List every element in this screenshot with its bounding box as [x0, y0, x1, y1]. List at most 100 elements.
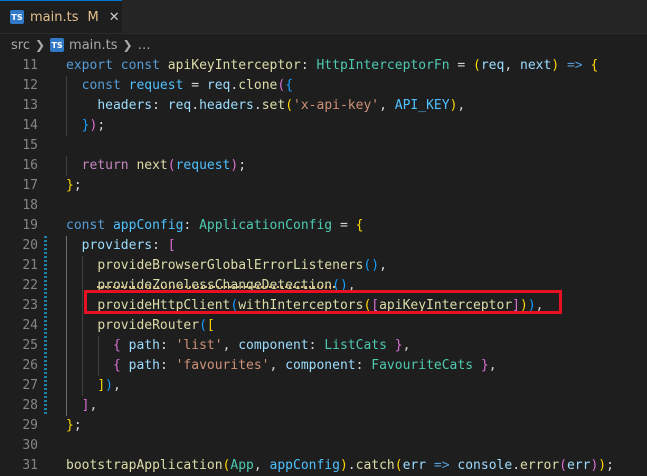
code-token: ) [339, 458, 348, 473]
code-token: , [504, 58, 520, 73]
code-token: () [363, 258, 380, 273]
code-token: : [355, 358, 372, 373]
line-number: 25 [22, 338, 38, 353]
code-line[interactable]: 17}; [0, 176, 647, 196]
tab-main-ts[interactable]: TS main.ts M ✕ [0, 0, 122, 33]
breadcrumb-file[interactable]: main.ts [69, 38, 117, 53]
code-token: ( [199, 318, 207, 333]
code-token: , [488, 358, 497, 373]
code-token: } [66, 418, 74, 433]
code-token: = [449, 58, 474, 73]
code-token: . [253, 98, 262, 113]
line-number: 15 [22, 138, 38, 153]
code-token: FavouriteCats [371, 358, 474, 373]
code-token: appConfig [269, 458, 340, 473]
code-token: return [81, 158, 129, 173]
code-token: ) [551, 58, 560, 73]
line-number: 11 [22, 58, 38, 73]
code-token: , [457, 98, 466, 113]
code-line[interactable]: 11 export const apiKeyInterceptor: HttpIn… [0, 56, 647, 76]
code-token: component [285, 358, 356, 373]
code-line[interactable]: 27 ]), [0, 376, 647, 396]
code-line[interactable]: 14 }); [0, 116, 647, 136]
code-token: HttpInterceptorFn [316, 58, 450, 73]
code-line[interactable]: 15 [0, 136, 647, 156]
code-token: ApplicationConfig [199, 218, 333, 233]
code-text: }); [66, 116, 105, 136]
code-line[interactable]: 16 return next(request); [0, 156, 647, 176]
code-token: ( [473, 58, 481, 73]
code-line[interactable]: 31 bootstrapApplication(App, appConfig).c… [0, 456, 647, 476]
code-token: provideBrowserGlobalErrorListeners [97, 258, 364, 273]
code-token: appConfig [112, 218, 184, 233]
code-line[interactable]: 28 ], [0, 396, 647, 416]
code-token: clone [238, 78, 278, 93]
code-text: }; [66, 176, 82, 196]
code-token: headers [199, 98, 254, 113]
code-text: }; [66, 416, 82, 436]
code-line[interactable]: 29}; [0, 416, 647, 436]
code-token: export [66, 58, 113, 73]
code-line[interactable]: 21 provideBrowserGlobalErrorListeners(), [0, 256, 647, 276]
code-token: , [379, 98, 395, 113]
code-line[interactable]: 20 providers: [ [0, 236, 647, 256]
code-token: : [152, 98, 168, 113]
code-token: App [230, 458, 254, 473]
close-icon[interactable]: ✕ [109, 10, 120, 25]
code-token: req [167, 98, 192, 113]
tab-modified-badge: M [87, 9, 99, 25]
code-token: req [206, 78, 231, 93]
code-token: ) [598, 458, 607, 473]
line-number: 24 [22, 318, 38, 333]
line-number: 17 [22, 178, 38, 193]
code-text: export const apiKeyInterceptor: HttpInte… [66, 56, 598, 76]
code-token: 'list' [175, 338, 223, 353]
line-number: 30 [22, 438, 38, 453]
code-token: [ [206, 318, 215, 333]
code-line[interactable]: 18 [0, 196, 647, 216]
tab-filename: main.ts [30, 9, 79, 25]
code-token: , [379, 258, 387, 273]
line-number: 12 [22, 78, 38, 93]
line-number: 20 [22, 238, 38, 253]
code-token: const [81, 78, 121, 93]
code-token: err [566, 458, 591, 473]
code-token: [ [167, 238, 176, 253]
breadcrumb-symbol[interactable]: … [138, 38, 151, 53]
code-token: headers [97, 98, 153, 113]
code-token: : [159, 338, 176, 353]
code-token: API_KEY [394, 98, 450, 113]
code-token: error [520, 458, 560, 473]
line-number: 19 [22, 218, 38, 233]
chevron-right-icon: ❯ [122, 38, 133, 52]
code-line[interactable]: 24 provideRouter([ [0, 316, 647, 336]
code-line[interactable]: 13 headers: req.headers.set('x-api-key',… [0, 96, 647, 116]
code-token: , [89, 398, 98, 413]
line-number: 28 [22, 398, 38, 413]
code-line[interactable]: 12 const request = req.clone({ [0, 76, 647, 96]
code-token: ; [73, 418, 82, 433]
line-number: 27 [22, 378, 38, 393]
gutter-modified-marker [44, 236, 47, 416]
breadcrumb-folder[interactable]: src [11, 38, 30, 53]
code-text: provideRouter([ [66, 316, 215, 336]
line-number: 18 [22, 198, 38, 213]
code-token: { [590, 58, 599, 73]
code-text: { path: 'favourites', component: Favouri… [66, 356, 497, 376]
code-text: const request = req.clone({ [66, 76, 293, 96]
code-token: : [183, 218, 200, 233]
code-token: request [128, 78, 184, 93]
code-token: . [512, 458, 521, 473]
code-line[interactable]: 19 const appConfig: ApplicationConfig = { [0, 216, 647, 236]
code-line[interactable]: 30 [0, 436, 647, 456]
code-token: next [520, 58, 552, 73]
